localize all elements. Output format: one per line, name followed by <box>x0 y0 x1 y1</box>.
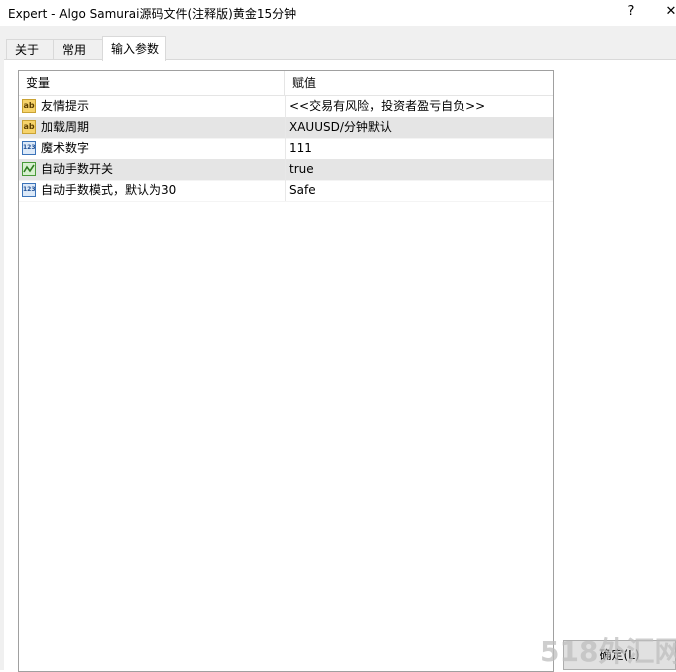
tab-inputs[interactable]: 输入参数 <box>102 36 166 61</box>
watermark-logo: 518外汇网 <box>540 635 676 668</box>
column-header-value[interactable]: 赋值 <box>285 71 552 95</box>
grid-row[interactable]: 自动手数开关 true <box>19 159 553 181</box>
tab-common[interactable]: 常用 <box>53 39 109 60</box>
grid-row[interactable]: ab 友情提示 <<交易有风险，投资者盈亏自负>> <box>19 96 553 118</box>
param-name: 加载周期 <box>41 120 90 134</box>
text-param-icon: ab <box>22 99 36 113</box>
param-value[interactable]: XAUUSD/分钟默认 <box>289 117 392 138</box>
help-button[interactable]: ? <box>614 0 648 26</box>
param-value[interactable]: 111 <box>289 138 312 159</box>
parameters-grid[interactable]: 变量 赋值 ab 友情提示 <<交易有风险，投资者盈亏自负>> ab 加载周期 … <box>18 70 554 672</box>
param-value[interactable]: <<交易有风险，投资者盈亏自负>> <box>289 96 485 117</box>
integer-param-icon: 123 <box>22 141 36 155</box>
param-name: 魔术数字 <box>41 141 90 155</box>
close-button[interactable]: ✕ <box>654 0 676 26</box>
param-value[interactable]: Safe <box>289 180 316 201</box>
title-bar: Expert - Algo Samurai源码文件(注释版)黄金15分钟 ? ✕ <box>0 0 676 26</box>
param-value[interactable]: true <box>289 159 314 180</box>
grid-row[interactable]: 123 魔术数字 111 <box>19 138 553 160</box>
param-name: 自动手数开关 <box>41 162 114 176</box>
text-param-icon: ab <box>22 120 36 134</box>
param-name: 自动手数模式，默认为30 <box>41 183 177 197</box>
tab-about[interactable]: 关于 <box>6 39 54 60</box>
integer-param-icon: 123 <box>22 183 36 197</box>
grid-row[interactable]: 123 自动手数模式，默认为30 Safe <box>19 180 553 202</box>
param-name: 友情提示 <box>41 99 90 113</box>
grid-header: 变量 赋值 <box>19 71 553 96</box>
bool-param-icon <box>22 162 36 176</box>
column-header-variable[interactable]: 变量 <box>19 71 285 95</box>
window-title: Expert - Algo Samurai源码文件(注释版)黄金15分钟 <box>8 7 297 21</box>
grid-row[interactable]: ab 加载周期 XAUUSD/分钟默认 <box>19 117 553 139</box>
